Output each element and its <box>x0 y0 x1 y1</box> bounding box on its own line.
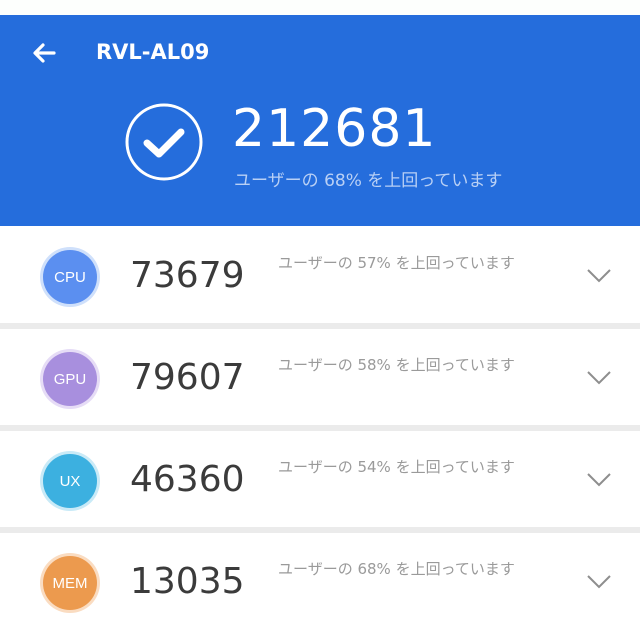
category-percentile-text: ユーザーの 54% を上回っています <box>278 458 515 476</box>
category-score: 46360 <box>130 459 245 500</box>
row-divider <box>0 527 640 533</box>
cpu-badge-icon: CPU <box>40 247 100 307</box>
mem-badge-icon: MEM <box>40 553 100 613</box>
check-circle-icon <box>125 103 203 181</box>
back-button[interactable] <box>28 37 60 69</box>
category-row-cpu[interactable]: CPU 73679 ユーザーの 57% を上回っています <box>0 227 640 323</box>
total-percentile-text: ユーザーの 68% を上回っています <box>234 171 503 191</box>
category-row-gpu[interactable]: GPU 79607 ユーザーの 58% を上回っています <box>0 329 640 425</box>
category-score: 79607 <box>130 357 245 398</box>
badge-label: CPU <box>43 250 97 304</box>
row-divider <box>0 425 640 431</box>
category-row-ux[interactable]: UX 46360 ユーザーの 54% を上回っています <box>0 431 640 527</box>
ux-badge-icon: UX <box>40 451 100 511</box>
badge-label: GPU <box>43 352 97 406</box>
status-bar-area <box>0 0 640 15</box>
arrow-left-icon <box>33 43 56 63</box>
chevron-down-icon[interactable] <box>585 267 613 285</box>
gpu-badge-icon: GPU <box>40 349 100 409</box>
chevron-down-icon[interactable] <box>585 369 613 387</box>
category-percentile-text: ユーザーの 68% を上回っています <box>278 560 515 578</box>
chevron-down-icon[interactable] <box>585 573 613 591</box>
device-title: RVL-AL09 <box>96 40 210 64</box>
badge-label: MEM <box>43 556 97 610</box>
category-percentile-text: ユーザーの 57% を上回っています <box>278 254 515 272</box>
score-header: RVL-AL09 212681 ユーザーの 68% を上回っています <box>0 15 640 226</box>
category-percentile-text: ユーザーの 58% を上回っています <box>278 356 515 374</box>
total-score: 212681 <box>232 99 437 159</box>
category-row-mem[interactable]: MEM 13035 ユーザーの 68% を上回っています <box>0 533 640 629</box>
row-divider <box>0 323 640 329</box>
badge-label: UX <box>43 454 97 508</box>
category-score: 13035 <box>130 561 245 602</box>
chevron-down-icon[interactable] <box>585 471 613 489</box>
category-score: 73679 <box>130 255 245 296</box>
